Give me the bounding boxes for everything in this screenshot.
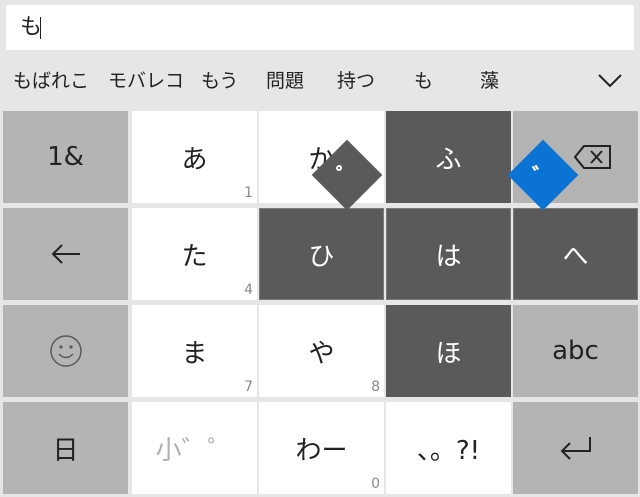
kana-key-ma-label: ま (181, 338, 208, 369)
kana-key-ta[interactable]: た 4 (132, 208, 257, 300)
kana-key-ta-number: 4 (244, 282, 253, 298)
flick-up-fu[interactable]: ふ (386, 111, 511, 203)
enter-key[interactable] (513, 402, 638, 494)
flick-right-label: へ (562, 241, 589, 272)
enter-icon (559, 435, 593, 461)
kana-key-ya-label: や (308, 338, 335, 369)
left-arrow-icon (50, 243, 82, 265)
abc-mode-label: abc (552, 336, 599, 366)
kana-key-a[interactable]: あ 1 (132, 111, 257, 203)
kana-key-wa[interactable]: わー 0 (259, 402, 384, 494)
kana-key-ma[interactable]: ま 7 (132, 305, 257, 397)
flick-up-label: ふ (435, 144, 462, 175)
dakuten-label: ゛ (531, 165, 554, 190)
flick-left-label: ひ (308, 241, 335, 272)
abc-mode-key[interactable]: abc (513, 305, 638, 397)
text-input[interactable]: も (6, 5, 634, 50)
small-dakuten-label: 小゛゜ (155, 435, 234, 466)
kana-key-wa-number: 0 (371, 476, 380, 492)
flick-left-hi[interactable]: ひ (259, 208, 384, 300)
candidate-item[interactable]: 藻 (480, 69, 499, 93)
punctuation-label: 、。?! (416, 435, 481, 466)
symbols-key[interactable]: 1& (3, 111, 128, 203)
backspace-icon (574, 144, 612, 170)
candidate-bar: もばれこ モバレコ もう 問題 持つ も 藻 (0, 55, 640, 107)
candidate-item[interactable]: もう (201, 69, 238, 93)
input-value: も (20, 15, 43, 40)
smiley-icon (49, 334, 83, 368)
flick-center-label: は (435, 241, 462, 272)
candidate-item[interactable]: も (414, 69, 433, 93)
flick-down-label: ほ (435, 338, 462, 369)
punctuation-key[interactable]: 、。?! (386, 402, 511, 494)
candidate-item[interactable]: 持つ (337, 69, 375, 93)
handakuten-label: ゜ (335, 165, 358, 190)
emoji-key[interactable] (3, 305, 128, 397)
candidate-item[interactable]: 問題 (266, 69, 304, 93)
cursor-left-key[interactable] (3, 208, 128, 300)
japanese-mode-key[interactable]: 日 (3, 402, 128, 494)
kana-key-ta-label: た (181, 241, 208, 272)
kana-key-a-label: あ (181, 144, 208, 175)
kana-key-wa-label: わー (295, 435, 348, 466)
small-dakuten-key[interactable]: 小゛゜ (132, 402, 257, 494)
kana-key-ma-number: 7 (244, 379, 253, 395)
chevron-down-icon[interactable] (596, 69, 624, 91)
candidate-item[interactable]: モバレコ (108, 69, 184, 93)
flick-right-he[interactable]: へ (513, 208, 638, 300)
flick-down-ho[interactable]: ほ (386, 305, 511, 397)
symbols-key-label: 1& (47, 142, 84, 172)
japanese-mode-label: 日 (52, 435, 79, 466)
kana-key-ya[interactable]: や 8 (259, 305, 384, 397)
text-caret (40, 17, 41, 39)
candidate-item[interactable]: もばれこ (13, 69, 89, 93)
kana-key-ya-number: 8 (371, 379, 380, 395)
flick-center-ha[interactable]: は (386, 208, 511, 300)
kana-key-a-number: 1 (244, 185, 253, 201)
